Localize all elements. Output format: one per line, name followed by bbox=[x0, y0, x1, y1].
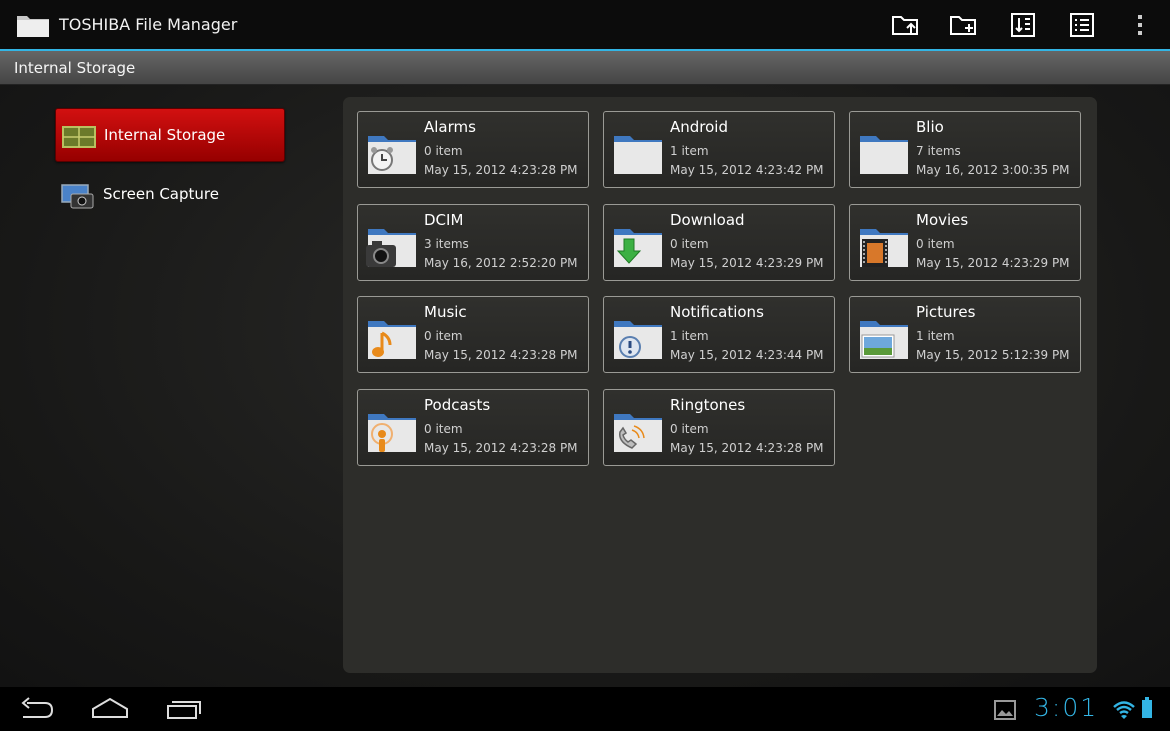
folder-item-count: 0 item bbox=[670, 237, 709, 251]
folder-item-count: 1 item bbox=[670, 144, 709, 158]
folder-date: May 15, 2012 4:23:29 PM bbox=[916, 256, 1070, 270]
sort-button[interactable] bbox=[1007, 10, 1039, 40]
folder-name: Music bbox=[424, 303, 467, 321]
folder-item-count: 1 item bbox=[916, 329, 955, 343]
folder-item-count: 0 item bbox=[424, 329, 463, 343]
screen-capture-icon bbox=[61, 184, 94, 209]
status-clock: 3:01 bbox=[1034, 693, 1099, 722]
movies-folder-icon bbox=[860, 229, 908, 267]
folder-item-alarms[interactable]: Alarms 0 item May 15, 2012 4:23:28 PM bbox=[357, 111, 589, 188]
folder-name: Pictures bbox=[916, 303, 976, 321]
folder-name: Android bbox=[670, 118, 728, 136]
ringtones-folder-icon bbox=[614, 414, 662, 452]
path-bar: Internal Storage bbox=[0, 51, 1170, 85]
notifications-folder-icon bbox=[614, 321, 662, 359]
folder-name: Alarms bbox=[424, 118, 476, 136]
folder-date: May 15, 2012 4:23:28 PM bbox=[670, 441, 824, 455]
music-folder-icon bbox=[368, 321, 416, 359]
folder-item-download[interactable]: Download 0 item May 15, 2012 4:23:29 PM bbox=[603, 204, 835, 281]
folder-date: May 15, 2012 4:23:28 PM bbox=[424, 348, 578, 362]
folder-name: DCIM bbox=[424, 211, 464, 229]
folder-item-blio[interactable]: Blio 7 items May 16, 2012 3:00:35 PM bbox=[849, 111, 1081, 188]
folder-item-android[interactable]: Android 1 item May 15, 2012 4:23:42 PM bbox=[603, 111, 835, 188]
folder-icon bbox=[614, 136, 662, 174]
sort-icon bbox=[1011, 13, 1035, 37]
folder-date: May 15, 2012 5:12:39 PM bbox=[916, 348, 1070, 362]
folder-item-dcim[interactable]: DCIM 3 items May 16, 2012 2:52:20 PM bbox=[357, 204, 589, 281]
overflow-menu-icon bbox=[1138, 15, 1142, 35]
folder-name: Movies bbox=[916, 211, 969, 229]
sidebar-item-internal-storage[interactable]: Internal Storage bbox=[55, 108, 285, 162]
list-view-button[interactable] bbox=[1066, 10, 1098, 40]
folder-item-count: 3 items bbox=[424, 237, 469, 251]
folder-item-podcasts[interactable]: Podcasts 0 item May 15, 2012 4:23:28 PM bbox=[357, 389, 589, 466]
app-title: TOSHIBA File Manager bbox=[59, 15, 238, 34]
sidebar-item-screen-capture[interactable]: Screen Capture bbox=[55, 168, 283, 220]
folder-name: Notifications bbox=[670, 303, 764, 321]
folder-date: May 15, 2012 4:23:44 PM bbox=[670, 348, 824, 362]
folder-item-count: 0 item bbox=[670, 422, 709, 436]
gallery-notification-icon[interactable] bbox=[994, 700, 1016, 720]
storage-icon bbox=[62, 126, 96, 148]
new-folder-button[interactable] bbox=[948, 10, 980, 40]
folder-item-count: 0 item bbox=[424, 144, 463, 158]
folder-item-notifications[interactable]: Notifications 1 item May 15, 2012 4:23:4… bbox=[603, 296, 835, 373]
folder-upload-button[interactable] bbox=[890, 10, 922, 40]
folder-add-icon bbox=[950, 16, 976, 35]
pictures-folder-icon bbox=[860, 321, 908, 359]
list-view-icon bbox=[1070, 13, 1094, 37]
battery-icon bbox=[1142, 697, 1152, 718]
sidebar-item-label: Internal Storage bbox=[104, 126, 226, 144]
folder-app-icon bbox=[17, 16, 49, 37]
folder-name: Blio bbox=[916, 118, 944, 136]
folder-upload-icon bbox=[892, 16, 918, 35]
sidebar-item-label: Screen Capture bbox=[103, 185, 219, 203]
back-icon bbox=[21, 697, 54, 718]
home-icon bbox=[92, 697, 128, 718]
folder-item-count: 0 item bbox=[916, 237, 955, 251]
folder-item-count: 1 item bbox=[670, 329, 709, 343]
folder-item-count: 0 item bbox=[424, 422, 463, 436]
folder-name: Download bbox=[670, 211, 745, 229]
current-path: Internal Storage bbox=[14, 59, 136, 77]
recent-apps-icon bbox=[167, 701, 201, 719]
folder-name: Ringtones bbox=[670, 396, 746, 414]
overflow-menu-button[interactable] bbox=[1125, 10, 1155, 40]
folder-date: May 15, 2012 4:23:28 PM bbox=[424, 441, 578, 455]
folder-date: May 15, 2012 4:23:28 PM bbox=[424, 163, 578, 177]
folder-date: May 15, 2012 4:23:29 PM bbox=[670, 256, 824, 270]
home-button[interactable] bbox=[88, 695, 132, 723]
alarm-folder-icon bbox=[368, 136, 416, 174]
folder-item-ringtones[interactable]: Ringtones 0 item May 15, 2012 4:23:28 PM bbox=[603, 389, 835, 466]
recent-apps-button[interactable] bbox=[162, 695, 206, 723]
folder-date: May 15, 2012 4:23:42 PM bbox=[670, 163, 824, 177]
system-navigation-bar bbox=[0, 687, 1170, 731]
folder-date: May 16, 2012 3:00:35 PM bbox=[916, 163, 1070, 177]
camera-folder-icon bbox=[366, 229, 416, 267]
folder-item-movies[interactable]: Movies 0 item May 15, 2012 4:23:29 PM bbox=[849, 204, 1081, 281]
folder-icon bbox=[860, 136, 908, 174]
action-bar: TOSHIBA File Manager bbox=[0, 0, 1170, 51]
folder-item-count: 7 items bbox=[916, 144, 961, 158]
podcasts-folder-icon bbox=[368, 414, 416, 452]
folder-date: May 16, 2012 2:52:20 PM bbox=[424, 256, 578, 270]
wifi-icon bbox=[1113, 701, 1135, 719]
folder-item-pictures[interactable]: Pictures 1 item May 15, 2012 5:12:39 PM bbox=[849, 296, 1081, 373]
download-folder-icon bbox=[614, 229, 662, 267]
folder-item-music[interactable]: Music 0 item May 15, 2012 4:23:28 PM bbox=[357, 296, 589, 373]
folder-name: Podcasts bbox=[424, 396, 491, 414]
back-button[interactable] bbox=[15, 695, 59, 723]
